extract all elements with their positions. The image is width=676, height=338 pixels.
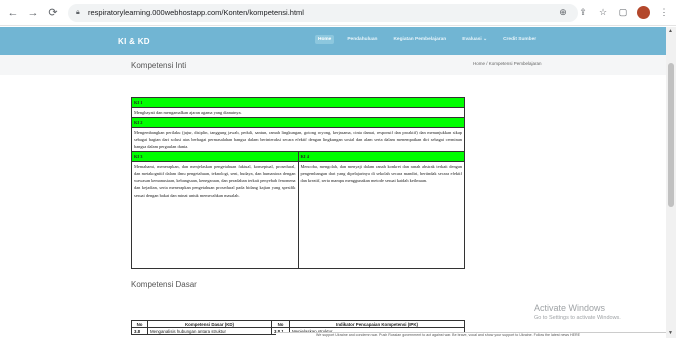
activate-windows-watermark: Activate Windows Go to Settings to activ… [534, 303, 621, 321]
profile-avatar[interactable] [637, 5, 650, 19]
site-brand[interactable]: KI & KD [118, 37, 150, 46]
page-title: Kompetensi Inti [131, 60, 187, 70]
nav-credit-sumber[interactable]: Credit Sumber [500, 35, 539, 44]
address-bar[interactable]: 🔒︎ respiratorylearning.000webhostapp.com… [68, 3, 578, 22]
main-nav: Home Pendahuluan Kegiatan Pembelajaran E… [315, 35, 539, 44]
activate-title: Activate Windows [534, 303, 606, 313]
ki3-heading: KI 3 [131, 151, 299, 163]
page-scrollbar[interactable]: ▲ ▼ [666, 27, 676, 338]
browser-toolbar: ← → ⟳ 🔒︎ respiratorylearning.000webhosta… [0, 0, 676, 26]
ukraine-notice-bar[interactable]: We support Ukraine and condemn war. Push… [276, 332, 666, 338]
kd-header-no-ipk: No [271, 320, 290, 328]
kd-cell-no: 3.8 [131, 327, 148, 335]
scroll-down-icon[interactable]: ▼ [668, 330, 673, 336]
kd-cell-kd: Menganalisis hubungan antara struktur [147, 327, 272, 335]
nav-kegiatan-pembelajaran[interactable]: Kegiatan Pembelajaran [390, 35, 449, 44]
activate-subtitle: Go to Settings to activate Windows. [534, 315, 621, 321]
scroll-up-icon[interactable]: ▲ [668, 28, 673, 34]
lock-icon[interactable]: 🔒︎ [76, 9, 83, 16]
kompetensi-inti-table: KI 1 Menghayati dan mengamalkan ajaran a… [131, 96, 465, 270]
ki1-text: Menghayati dan mengamalkan ajaran agama … [131, 107, 465, 119]
url-text: respiratorylearning.000webhostapp.com/Ko… [88, 8, 304, 17]
back-icon[interactable]: ← [6, 6, 20, 20]
nav-evaluasi-dropdown[interactable]: Evaluasi ⌄ [459, 35, 490, 44]
share-icon[interactable]: ⇪ [577, 5, 589, 19]
ki1-heading: KI 1 [131, 96, 465, 109]
bookmark-star-icon[interactable]: ☆ [597, 5, 609, 19]
ki3-text: Memahami, menerapkan, dan menjelaskan pe… [131, 161, 299, 270]
more-menu-icon[interactable]: ⋮ [658, 5, 670, 19]
zoom-icon[interactable]: ⊕ [557, 5, 569, 19]
kd-section-title: Kompetensi Dasar [131, 280, 197, 289]
forward-icon[interactable]: → [26, 6, 40, 20]
ki2-text: Mengembangkan perilaku (jujur, disiplin,… [131, 127, 465, 153]
breadcrumb-bar: Kompetensi Inti Home / Kompetensi Pembel… [0, 55, 666, 75]
ki4-text: Mencoba, mengolah, dan menyaji dalam ran… [297, 161, 465, 270]
nav-pendahuluan[interactable]: Pendahuluan [344, 35, 380, 44]
ki4-heading: KI 4 [297, 151, 465, 163]
ki2-heading: KI 2 [131, 117, 465, 129]
scrollbar-thumb[interactable] [668, 63, 674, 207]
kd-header-no: No [131, 320, 148, 328]
reload-icon[interactable]: ⟳ [46, 6, 60, 20]
kd-header-kd: Kompetensi Dasar (KD) [147, 320, 272, 328]
breadcrumb[interactable]: Home / Kompetensi Pembelajaran [473, 61, 542, 66]
nav-home[interactable]: Home [315, 35, 335, 44]
side-panel-icon[interactable]: ▢ [617, 5, 629, 19]
site-header: KI & KD Home Pendahuluan Kegiatan Pembel… [0, 27, 666, 55]
kd-header-ipk: Indikator Pencapaian Kompetensi (IPK) [289, 320, 465, 328]
